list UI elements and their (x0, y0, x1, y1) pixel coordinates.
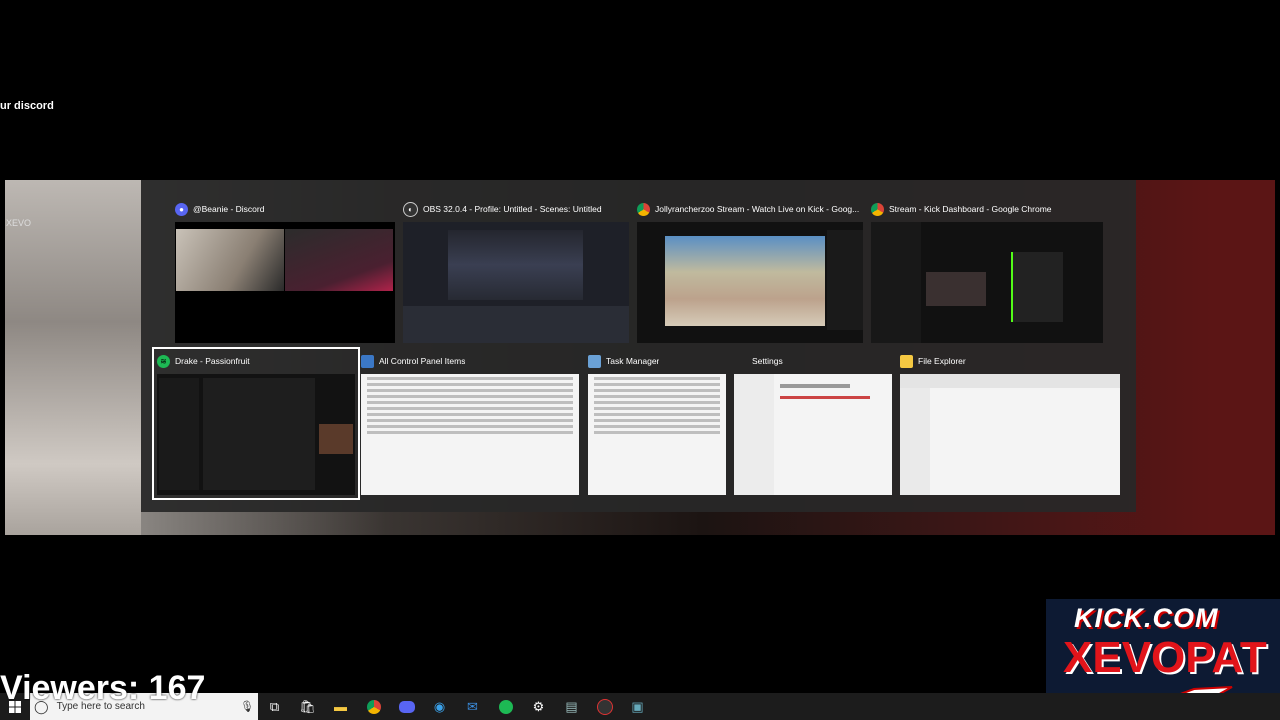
window-thumbnail (175, 222, 395, 343)
spotify-icon[interactable] (489, 693, 522, 720)
window-thumbnail (637, 222, 863, 343)
kick-logo-line1: KICK.COM (1074, 603, 1219, 633)
folder-icon (900, 354, 913, 368)
window-title: Jollyrancherzoo Stream - Watch Live on K… (655, 204, 860, 214)
window-card-settings[interactable]: Settings (734, 352, 892, 495)
remote-icon[interactable]: ▣ (621, 693, 654, 720)
window-title: Stream - Kick Dashboard - Google Chrome (889, 204, 1052, 214)
task-view-icon[interactable]: ⧉ (258, 693, 291, 720)
obs-icon[interactable] (588, 693, 621, 720)
viewer-count: Viewers: 167 (0, 669, 206, 707)
window-thumbnail (871, 222, 1103, 343)
window-title: OBS 32.0.4 - Profile: Untitled - Scenes:… (423, 204, 602, 214)
window-card-task-manager[interactable]: Task Manager (588, 352, 726, 495)
window-title: Task Manager (606, 356, 660, 366)
window-title: Settings (752, 356, 783, 366)
window-thumbnail (403, 222, 629, 343)
window-title: Drake - Passionfruit (175, 356, 250, 366)
discord-overlay-text: ur discord (0, 100, 54, 112)
file-explorer-icon[interactable]: ▬ (324, 693, 357, 720)
side-label: XEVO (6, 218, 32, 228)
window-card-obs[interactable]: ◐ OBS 32.0.4 - Profile: Untitled - Scenes… (403, 200, 629, 343)
chrome-icon (637, 202, 650, 216)
bed-scene (5, 180, 141, 535)
spotify-icon: ≋ (157, 354, 170, 368)
alt-tab-switcher: ● @Beanie - Discord ◐ OBS 32.0.4 - Profile… (141, 180, 1136, 512)
window-thumbnail (734, 374, 892, 495)
window-thumbnail (157, 374, 355, 495)
window-card-control-panel[interactable]: All Control Panel Items (361, 352, 579, 495)
window-thumbnail (361, 374, 579, 495)
control-panel-icon[interactable]: ▤ (555, 693, 588, 720)
obs-icon: ◐ (403, 201, 418, 217)
discord-icon: ● (175, 202, 188, 216)
window-card-kick-dashboard[interactable]: Stream - Kick Dashboard - Google Chrome (871, 200, 1103, 343)
chrome-icon (871, 202, 884, 216)
window-card-kick-stream[interactable]: Jollyrancherzoo Stream - Watch Live on K… (637, 200, 863, 343)
window-card-spotify[interactable]: ≋ Drake - Passionfruit (152, 347, 360, 500)
microphone-icon: 🎙 (240, 701, 254, 713)
mail-icon[interactable]: ✉ (456, 693, 489, 720)
window-title: All Control Panel Items (379, 356, 466, 366)
window-thumbnail (900, 374, 1120, 495)
task-manager-icon (588, 354, 601, 368)
window-title: @Beanie - Discord (193, 204, 265, 214)
window-card-discord[interactable]: ● @Beanie - Discord (175, 200, 395, 343)
edge-icon[interactable]: ◉ (423, 693, 456, 720)
settings-icon[interactable]: ⚙ (522, 693, 555, 720)
control-panel-icon (361, 354, 374, 368)
kick-logo-line2: XEVOPAT (1063, 633, 1267, 682)
discord-icon[interactable] (390, 693, 423, 720)
window-title: File Explorer (918, 356, 966, 366)
window-card-file-explorer[interactable]: File Explorer (900, 352, 1120, 495)
chrome-icon[interactable] (357, 693, 390, 720)
window-thumbnail (588, 374, 726, 495)
store-icon[interactable]: 🛍 (291, 693, 324, 720)
